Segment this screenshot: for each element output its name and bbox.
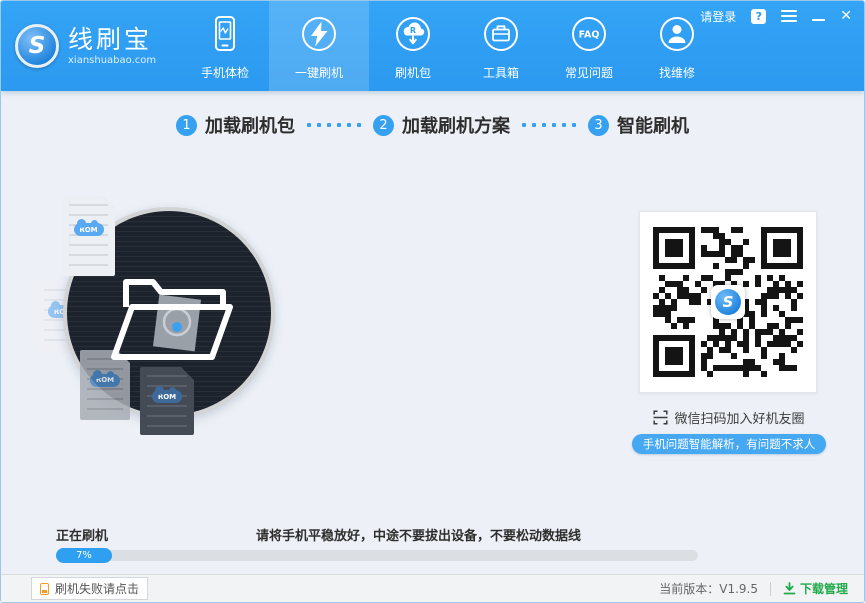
login-link[interactable]: 请登录 (700, 8, 736, 25)
open-folder-icon (101, 267, 237, 363)
nav-item-toolbox[interactable]: 工具箱 (457, 1, 545, 91)
step-3-label: 智能刷机 (617, 112, 689, 138)
rom-file-illustration: ROM (62, 196, 115, 276)
nav-item-faq[interactable]: FAQ 常见问题 (545, 1, 633, 91)
help-icon[interactable]: ? (751, 9, 766, 24)
download-label: 下载管理 (800, 580, 848, 597)
app-logo: S 线刷宝 xianshuabao.com (1, 1, 171, 91)
step-dots (522, 123, 576, 127)
step-1-label: 加载刷机包 (205, 112, 295, 138)
fail-phone-icon (40, 583, 49, 595)
phone-check-icon (203, 12, 247, 56)
menu-icon[interactable] (781, 10, 797, 22)
qr-code: S (653, 227, 803, 377)
scan-icon (653, 410, 668, 425)
step-dots (307, 123, 361, 127)
step-2: 2 加载刷机方案 (373, 112, 510, 138)
step-2-number: 2 (373, 115, 394, 136)
flash-failed-label: 刷机失败请点击 (55, 580, 139, 597)
qr-caption-text: 微信扫码加入好机友圈 (674, 408, 804, 427)
step-1-number: 1 (176, 115, 197, 136)
toolbox-icon (479, 12, 523, 56)
nav-label: 手机体检 (201, 64, 249, 81)
flash-status-label: 正在刷机 (56, 525, 108, 544)
faq-icon: FAQ (567, 12, 611, 56)
nav-item-phone-check[interactable]: 手机体检 (181, 1, 269, 91)
rom-file-illustration: ROM (140, 367, 194, 435)
brand-name: 线刷宝 (68, 26, 156, 54)
rom-badge: ROM (74, 223, 104, 236)
download-manager-link[interactable]: 下载管理 (783, 580, 848, 597)
svg-text:R: R (410, 26, 416, 35)
flash-icon (297, 12, 341, 56)
brand-domain-text: xianshuabao.com (68, 55, 156, 66)
footer-divider (770, 582, 771, 596)
main-nav: 手机体检 一键刷机 R (181, 1, 721, 91)
flash-warning-tip: 请将手机平稳放好，中途不要拔出设备，不要松动数据线 (256, 525, 581, 544)
rom-badge: ROM (90, 374, 120, 387)
qr-caption: 微信扫码加入好机友圈 (634, 408, 824, 427)
step-indicator: 1 加载刷机包 2 加载刷机方案 3 智能刷机 (1, 91, 864, 153)
nav-label: 刷机包 (395, 64, 431, 81)
faq-icon-text: FAQ (579, 29, 600, 40)
version-label: 当前版本：V1.9.5 (659, 580, 758, 597)
step-1: 1 加载刷机包 (176, 112, 295, 138)
nav-item-rom-package[interactable]: R 刷机包 (369, 1, 457, 91)
progress-bar-track: 7% (56, 550, 698, 561)
qr-card: S (639, 211, 817, 393)
nav-label: 找维修 (659, 64, 695, 81)
step-3: 3 智能刷机 (588, 112, 689, 138)
header: S 线刷宝 xianshuabao.com 手机体检 (1, 1, 864, 91)
brand-logo-icon: S (15, 24, 59, 68)
minimize-icon[interactable] (812, 19, 825, 21)
nav-label: 常见问题 (565, 64, 613, 81)
app-window: S 线刷宝 xianshuabao.com 手机体检 (0, 0, 865, 603)
step-2-label: 加载刷机方案 (402, 112, 510, 138)
titlebar-controls: 请登录 ? ✕ (700, 6, 852, 26)
progress-fill: 7% (56, 548, 112, 563)
nav-item-one-key-flash[interactable]: 一键刷机 (269, 1, 369, 91)
rom-badge: ROM (152, 390, 182, 403)
close-icon[interactable]: ✕ (840, 8, 852, 24)
qr-center-logo-icon: S (711, 285, 745, 319)
smart-analysis-button[interactable]: 手机问题智能解析，有问题不求人 (632, 434, 826, 454)
repair-icon (655, 12, 699, 56)
step-3-number: 3 (588, 115, 609, 136)
status-bar: 刷机失败请点击 当前版本：V1.9.5 下载管理 (1, 574, 864, 602)
brand-logo-letter: S (29, 33, 46, 59)
nav-label: 一键刷机 (295, 64, 343, 81)
flash-failed-button[interactable]: 刷机失败请点击 (31, 577, 148, 600)
download-icon (783, 582, 796, 595)
rom-cloud-icon: R (391, 12, 435, 56)
nav-label: 工具箱 (483, 64, 519, 81)
